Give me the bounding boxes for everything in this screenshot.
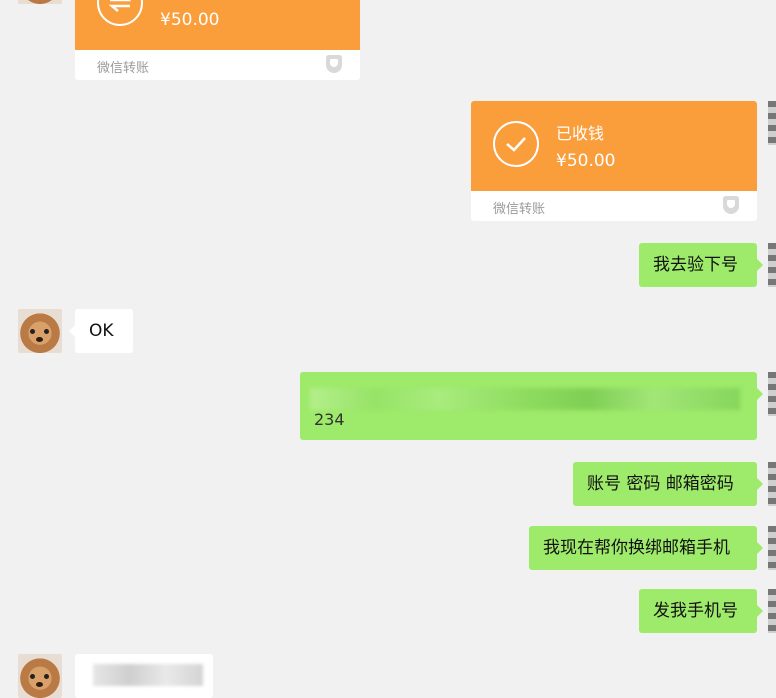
transfer-card-received[interactable]: ¥50.00 微信转账 xyxy=(75,0,360,80)
my-avatar[interactable] xyxy=(768,372,776,416)
my-avatar[interactable] xyxy=(768,101,776,145)
contact-avatar[interactable] xyxy=(18,0,62,4)
message-bubble-sent[interactable]: 发我手机号 xyxy=(639,589,763,633)
my-avatar[interactable] xyxy=(768,243,776,287)
transfer-amount: ¥50.00 xyxy=(160,10,220,30)
message-bubble-sent[interactable]: 我现在帮你换绑邮箱手机 xyxy=(529,526,763,570)
message-bubble-received[interactable]: OK xyxy=(69,309,133,353)
contact-avatar[interactable] xyxy=(18,309,62,353)
transfer-arrows-icon xyxy=(97,0,143,26)
message-bubble-sent-blurred[interactable]: 234 xyxy=(300,372,763,440)
blurred-content xyxy=(93,664,203,686)
blurred-message-suffix: 234 xyxy=(314,410,345,429)
transfer-card-sent[interactable]: 已收钱 ¥50.00 微信转账 xyxy=(471,101,757,221)
message-bubble-received-blurred[interactable] xyxy=(75,654,213,698)
transfer-status: 已收钱 xyxy=(556,124,605,143)
message-bubble-sent[interactable]: 我去验下号 xyxy=(639,243,763,287)
my-avatar[interactable] xyxy=(768,589,776,633)
blurred-content xyxy=(310,388,740,410)
my-avatar[interactable] xyxy=(768,462,776,506)
check-circle-icon xyxy=(493,121,539,167)
shield-icon xyxy=(723,196,739,214)
transfer-amount: ¥50.00 xyxy=(556,151,616,171)
message-bubble-sent[interactable]: 账号 密码 邮箱密码 xyxy=(573,462,763,506)
contact-avatar[interactable] xyxy=(18,654,62,698)
transfer-caption: 微信转账 xyxy=(97,61,150,76)
my-avatar[interactable] xyxy=(768,526,776,570)
shield-icon xyxy=(326,55,342,73)
transfer-caption: 微信转账 xyxy=(493,202,546,217)
